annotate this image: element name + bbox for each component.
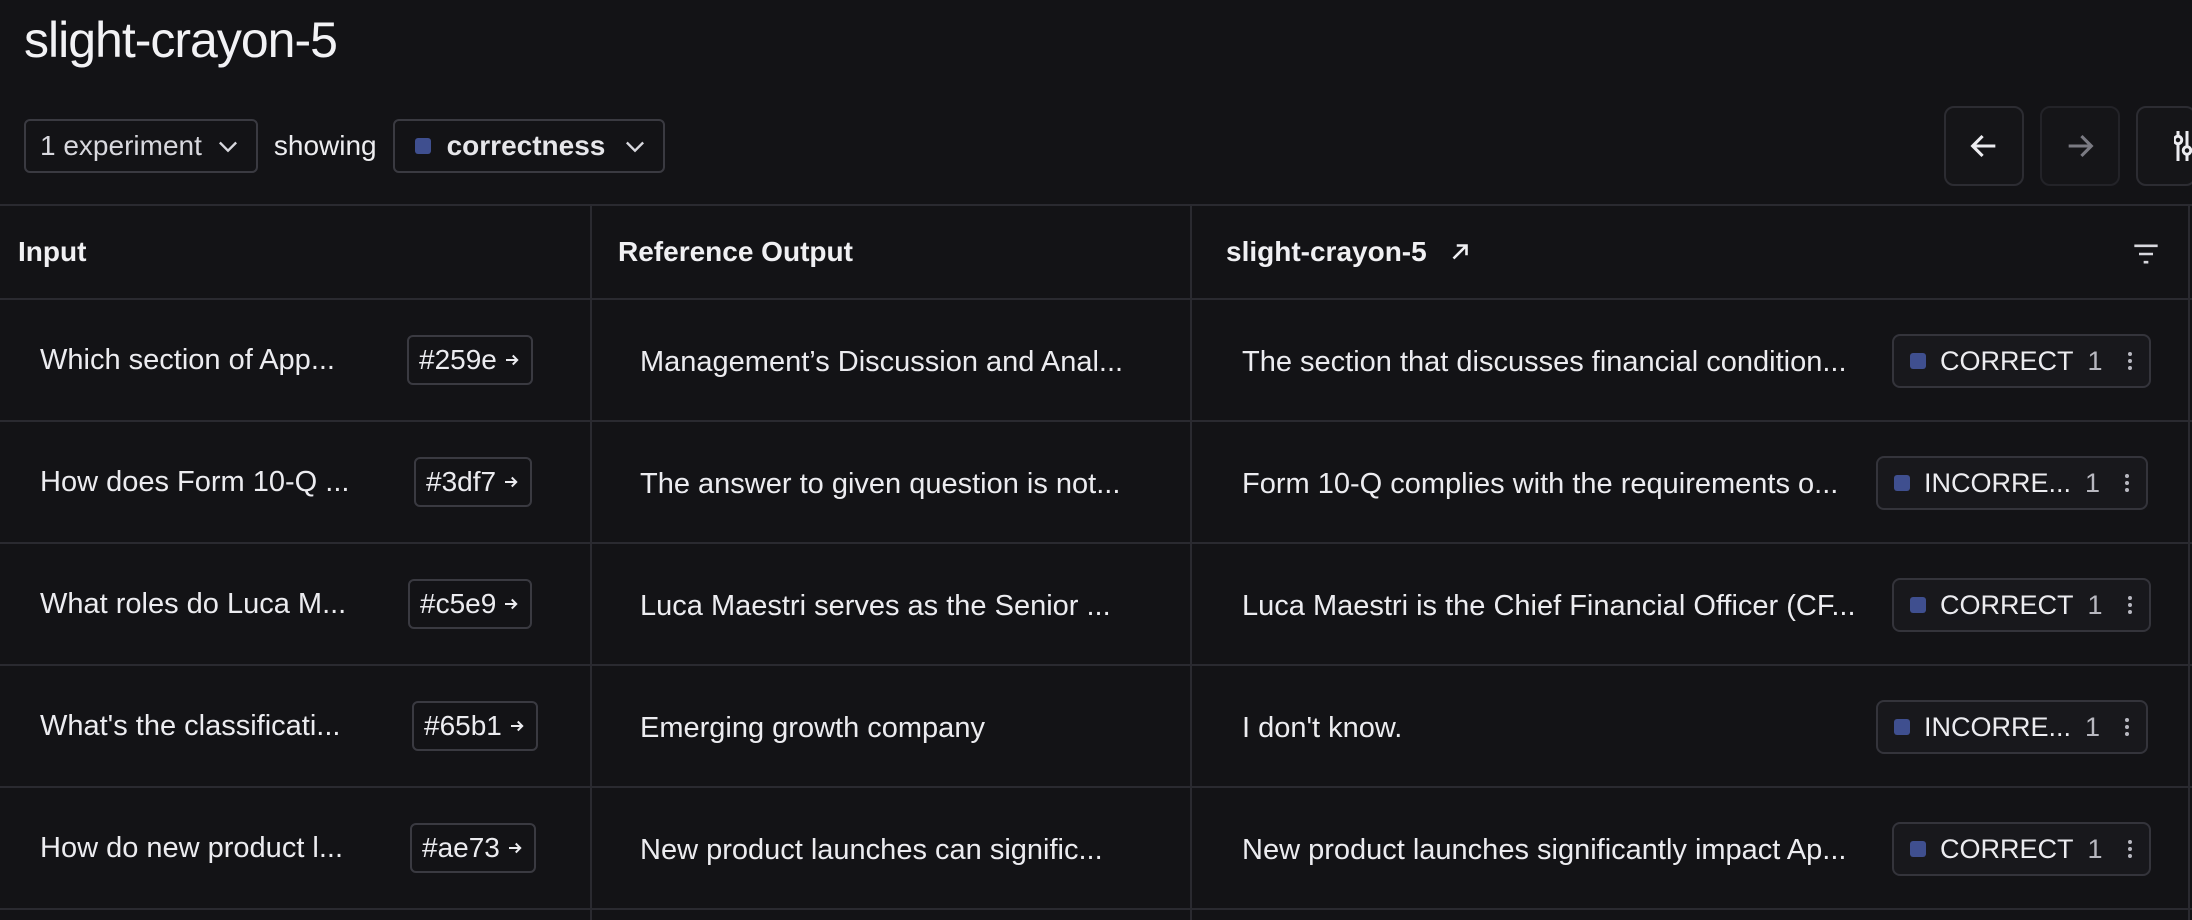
reference-output-cell: Management’s Discussion and Anal... bbox=[640, 346, 1124, 378]
column-header-input: Input bbox=[18, 236, 87, 267]
experiment-name-label: slight-crayon-5 bbox=[1226, 236, 1427, 267]
next-button[interactable] bbox=[2040, 106, 2120, 186]
table-row[interactable]: What roles do Luca M... #c5e9 Luca Maest… bbox=[0, 544, 2192, 664]
experiment-output-cell: Form 10-Q complies with the requirements… bbox=[1242, 468, 1839, 500]
score-label: CORRECT bbox=[1940, 589, 2074, 620]
arrow-right-icon bbox=[2068, 134, 2094, 158]
metric-dropdown-label: correctness bbox=[446, 130, 606, 161]
score-color-swatch bbox=[1894, 475, 1910, 491]
more-options-icon[interactable] bbox=[2127, 838, 2133, 860]
input-cell: How do new product l... bbox=[40, 832, 344, 864]
score-label: INCORRE... bbox=[1924, 711, 2072, 742]
sliders-icon bbox=[2174, 131, 2192, 161]
feedback-score-badge[interactable]: INCORRE... 1 bbox=[1876, 700, 2149, 754]
reference-output-cell: New product launches can signific... bbox=[640, 834, 1103, 866]
score-label: CORRECT bbox=[1940, 833, 2074, 864]
arrow-right-icon bbox=[505, 476, 518, 488]
score-label: INCORRE... bbox=[1924, 467, 2072, 498]
previous-button[interactable] bbox=[1944, 106, 2024, 186]
input-cell: What's the classificati... bbox=[40, 710, 341, 742]
reference-output-cell: Luca Maestri serves as the Senior ... bbox=[640, 590, 1111, 622]
more-options-icon[interactable] bbox=[2124, 472, 2130, 494]
score-value: 1 bbox=[2087, 833, 2103, 864]
arrow-right-icon bbox=[505, 354, 519, 366]
arrow-right-icon bbox=[508, 842, 522, 854]
experiments-dropdown[interactable]: 1 experiment bbox=[24, 119, 258, 173]
table-row[interactable]: How do new product l... #ae73 New produc… bbox=[0, 788, 2192, 908]
reference-output-cell: Emerging growth company bbox=[640, 712, 985, 744]
example-id-link[interactable]: #259e bbox=[407, 335, 533, 385]
feedback-score-badge[interactable]: INCORRE... 1 bbox=[1876, 456, 2149, 510]
example-id-label: #3df7 bbox=[426, 466, 497, 497]
example-id-label: #259e bbox=[419, 344, 497, 375]
example-id-link[interactable]: #ae73 bbox=[410, 823, 536, 873]
chevron-down-icon bbox=[218, 141, 237, 153]
arrow-right-icon bbox=[505, 598, 518, 610]
example-id-link[interactable]: #65b1 bbox=[412, 701, 538, 751]
metric-color-swatch bbox=[414, 138, 431, 154]
example-id-link[interactable]: #c5e9 bbox=[408, 579, 533, 629]
input-cell: What roles do Luca M... bbox=[40, 588, 347, 620]
feedback-score-badge[interactable]: CORRECT 1 bbox=[1892, 334, 2151, 388]
input-cell: How does Form 10-Q ... bbox=[40, 466, 350, 498]
example-id-label: #c5e9 bbox=[420, 588, 497, 619]
chevron-down-icon bbox=[626, 141, 645, 153]
external-link-arrow-icon[interactable] bbox=[1447, 239, 1473, 265]
more-options-icon[interactable] bbox=[2124, 716, 2130, 738]
example-id-label: #65b1 bbox=[424, 710, 502, 741]
filter-icon[interactable] bbox=[2132, 242, 2160, 266]
score-label: CORRECT bbox=[1940, 345, 2074, 376]
input-cell: Which section of App... bbox=[40, 344, 335, 376]
reference-output-cell: The answer to given question is not... bbox=[640, 468, 1121, 500]
experiment-output-cell: New product launches significantly impac… bbox=[1242, 834, 1847, 866]
experiment-output-cell: The section that discusses financial con… bbox=[1242, 346, 1847, 378]
toolbar: 1 experiment showing correctness bbox=[24, 118, 666, 174]
score-color-swatch bbox=[1910, 841, 1926, 857]
feedback-score-badge[interactable]: CORRECT 1 bbox=[1892, 822, 2151, 876]
score-value: 1 bbox=[2087, 589, 2103, 620]
page-title: slight-crayon-5 bbox=[24, 12, 338, 68]
score-color-swatch bbox=[1910, 597, 1926, 613]
more-options-icon[interactable] bbox=[2127, 594, 2133, 616]
more-options-icon[interactable] bbox=[2127, 350, 2133, 372]
table-row[interactable]: What's the classificati... #65b1 Emergin… bbox=[0, 666, 2192, 786]
score-value: 1 bbox=[2085, 711, 2101, 742]
metric-dropdown[interactable]: correctness bbox=[392, 119, 666, 173]
settings-button[interactable] bbox=[2136, 106, 2192, 186]
table-row[interactable]: Which section of App... #259e Management… bbox=[0, 300, 2192, 420]
experiment-output-cell: I don't know. bbox=[1242, 712, 1403, 744]
example-id-label: #ae73 bbox=[422, 832, 500, 863]
experiments-dropdown-label: 1 experiment bbox=[40, 130, 202, 161]
score-value: 1 bbox=[2087, 345, 2103, 376]
column-header-reference-output: Reference Output bbox=[618, 236, 853, 267]
score-color-swatch bbox=[1910, 353, 1926, 369]
score-value: 1 bbox=[2085, 467, 2101, 498]
arrow-left-icon bbox=[1970, 134, 1996, 158]
arrow-right-icon bbox=[510, 720, 524, 732]
table-row[interactable]: How does Form 10-Q ... #3df7 The answer … bbox=[0, 422, 2192, 542]
column-header-experiment[interactable]: slight-crayon-5 bbox=[1226, 236, 1473, 268]
showing-label: showing bbox=[273, 130, 377, 161]
experiment-output-cell: Luca Maestri is the Chief Financial Offi… bbox=[1242, 590, 1856, 622]
feedback-score-badge[interactable]: CORRECT 1 bbox=[1892, 578, 2151, 632]
example-id-link[interactable]: #3df7 bbox=[414, 457, 533, 507]
score-color-swatch bbox=[1894, 719, 1910, 735]
